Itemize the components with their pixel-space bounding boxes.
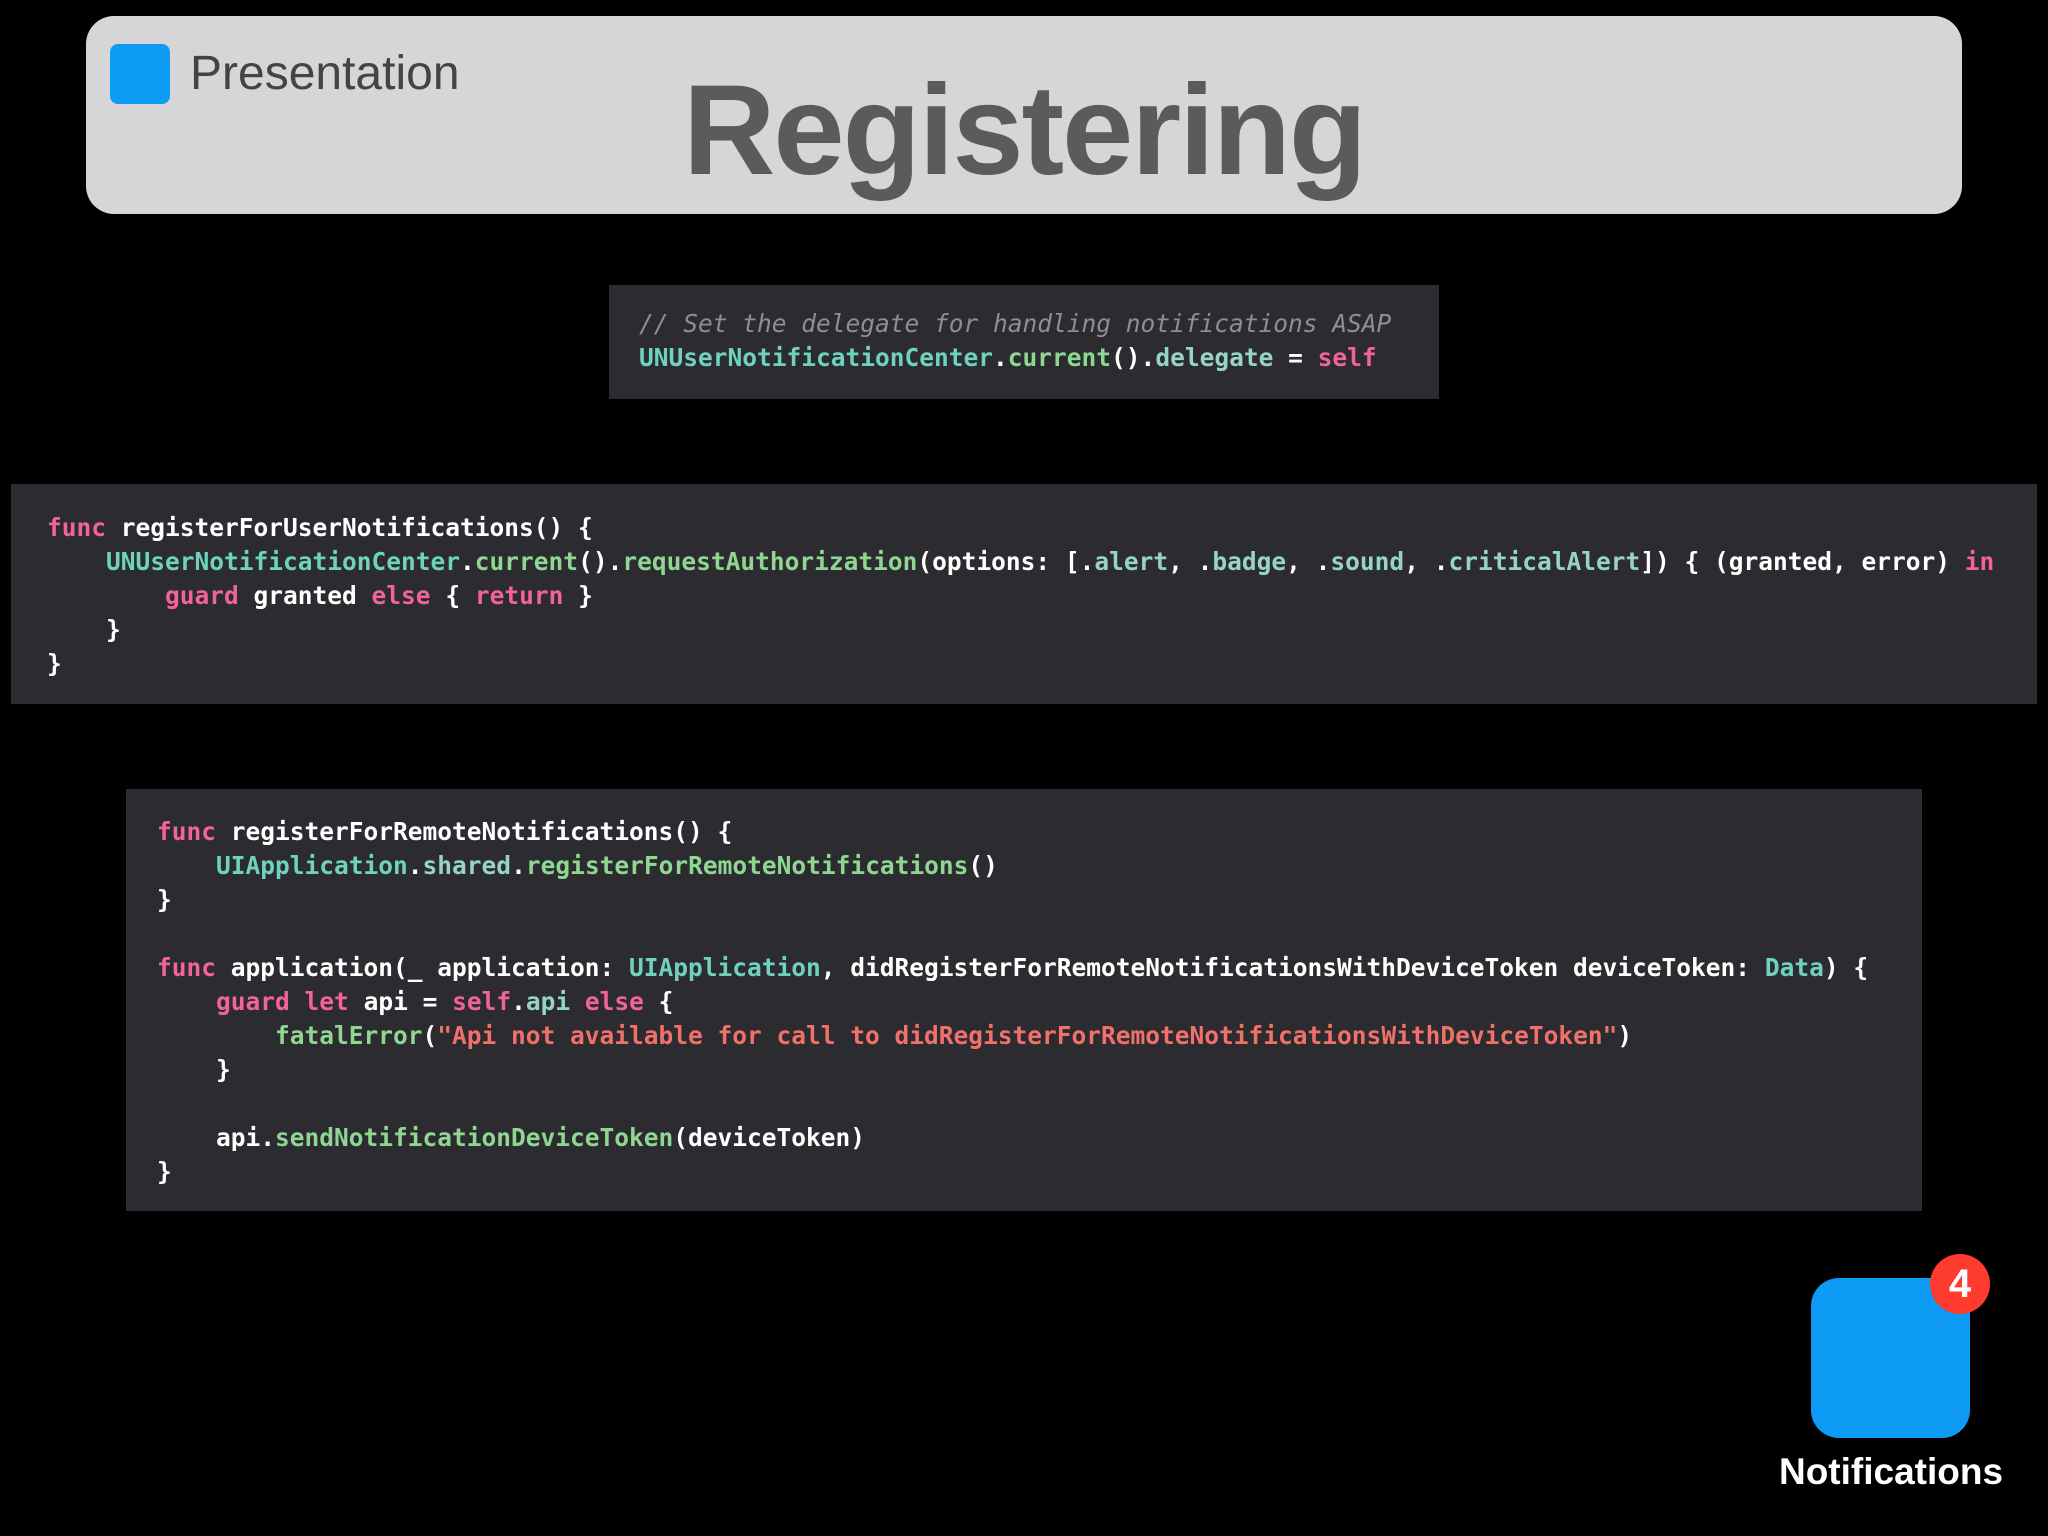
code-token: { [430,581,475,610]
code-token: self [1317,343,1377,372]
code-line: } [47,647,2001,681]
code-token: let [304,987,349,1016]
code-token: in [1964,547,1995,576]
code-token: return [474,581,564,610]
code-token: else [584,987,644,1016]
code-token: guard [216,987,290,1016]
code-line: guard granted else { return } [47,579,2001,613]
code-block-register-remote-notifications: func registerForRemoteNotifications() { … [126,789,1922,1211]
code-token: fatalError [275,1021,423,1050]
code-token: } [157,1055,231,1084]
code-token: guard [165,581,239,610]
code-line: // Set the delegate for handling notific… [639,307,1409,341]
code-token: ) [1617,1021,1633,1050]
code-line: UIApplication.shared.registerForRemoteNo… [157,849,1891,883]
code-token: . [511,851,526,880]
code-token: sound [1330,547,1405,576]
code-line: UNUserNotificationCenter.current().deleg… [639,341,1409,375]
code-token: } [47,615,121,644]
code-token: , . [1168,547,1213,576]
code-token: { [643,987,674,1016]
code-token: (options: [. [917,547,1095,576]
slide-title: Registering [682,59,1367,202]
code-line: fatalError("Api not available for call t… [157,1019,1891,1053]
code-token: . [407,851,423,880]
code-token: // Set the delegate for handling notific… [639,309,1392,338]
code-token: current [474,547,579,576]
code-token: api [525,987,571,1016]
code-token: UIApplication [629,953,821,982]
code-token: . [993,343,1008,372]
code-line: } [157,1053,1891,1087]
code-token: "Api not available for call to didRegist… [437,1021,1618,1050]
code-token: (). [1111,343,1156,372]
code-token: shared [422,851,512,880]
code-token: . [511,987,526,1016]
code-token: delegate [1155,343,1274,372]
slide: Presentation Registering // Set the dele… [0,0,2048,1536]
code-token: requestAuthorization [622,547,918,576]
code-line: } [157,1155,1891,1189]
code-token: sendNotificationDeviceToken [275,1123,674,1152]
code-token: badge [1212,547,1287,576]
code-token: UNUserNotificationCenter [639,343,994,372]
code-token: granted [238,581,372,610]
code-token: application(_ application: [216,953,630,982]
code-line: func application(_ application: UIApplic… [157,951,1891,985]
code-token: UIApplication [216,851,408,880]
code-token: , . [1404,547,1449,576]
code-token: current [1007,343,1112,372]
code-token: criticalAlert [1448,547,1641,576]
code-token: registerForRemoteNotifications() { [216,817,733,846]
code-token: (). [578,547,623,576]
code-token: func [157,953,217,982]
code-token: api. [157,1123,276,1152]
code-line: func registerForRemoteNotifications() { [157,815,1891,849]
code-token: () [968,851,998,880]
code-token: registerForUserNotifications() { [106,513,593,542]
code-token: ]) { (granted, error) [1640,547,1965,576]
code-token: alert [1094,547,1169,576]
code-token: func [157,817,217,846]
code-token: . [460,547,475,576]
code-token: } [157,885,172,914]
code-token: , . [1286,547,1331,576]
code-token: ( [422,1021,438,1050]
code-token: else [371,581,431,610]
code-block-delegate: // Set the delegate for handling notific… [609,285,1439,399]
notification-badge: 4 [1930,1254,1990,1314]
code-line: } [157,883,1891,917]
code-token: self [452,987,512,1016]
app-label: Notifications [1778,1451,2004,1492]
code-token: = [1273,343,1318,372]
code-token: (deviceToken) [673,1123,866,1152]
code-line: guard let api = self.api else { [157,985,1891,1019]
code-line: } [47,613,2001,647]
code-line: UNUserNotificationCenter.current().reque… [47,545,2001,579]
code-token: ) { [1823,953,1869,982]
code-token: Data [1764,953,1824,982]
code-token: } [47,649,62,678]
code-token: registerForRemoteNotifications [525,851,969,880]
code-token: } [157,1157,172,1186]
code-token: } [563,581,593,610]
header-bar: Presentation Registering [86,16,1962,214]
code-line: api.sendNotificationDeviceToken(deviceTo… [157,1121,1891,1155]
code-token: UNUserNotificationCenter [106,547,461,576]
code-token: func [47,513,107,542]
code-token: api = [348,987,453,1016]
code-token: , didRegisterForRemoteNotificationsWithD… [820,953,1765,982]
code-line: func registerForUserNotifications() { [47,511,2001,545]
code-block-register-user-notifications: func registerForUserNotifications() { UN… [11,484,2037,704]
